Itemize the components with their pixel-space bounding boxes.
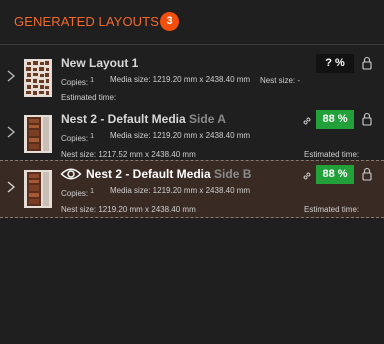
estimated-time: Estimated time: [61,93,117,102]
panel-title: GENERATED LAYOUTS [14,14,159,29]
chevron-right-icon[interactable] [5,124,17,140]
layout-count-badge: 3 [160,12,179,31]
copies-label: Copies: 1 [61,188,95,198]
estimated-time: Estimated time: [304,205,360,214]
lock-icon[interactable] [362,167,372,181]
copies-label: Copies: 1 [61,77,95,87]
lock-icon[interactable] [362,112,372,126]
lock-icon[interactable] [362,56,372,70]
nest-size: Nest size: 1219.20 mm x 2438.40 mm [61,205,196,214]
layout-row[interactable]: New Layout 1 Copies: 1 Media size: 1219.2… [0,50,384,106]
chevron-right-icon[interactable] [5,179,17,195]
link-icon[interactable] [301,169,313,181]
panel-header: GENERATED LAYOUTS 3 [0,0,384,44]
layout-row[interactable]: Nest 2 - Default Media Side A Copies: 1 M… [0,106,384,162]
layout-thumbnail [24,115,52,153]
nest-size: Nest size: - [260,76,301,85]
utilization-percent: ? % [316,54,354,73]
layout-row-selected[interactable]: Nest 2 - Default Media Side B Copies: 1 M… [0,160,384,218]
layout-title: Nest 2 - Default Media Side B [86,167,252,181]
utilization-percent: 88 % [316,110,354,129]
utilization-percent: 88 % [316,165,354,184]
header-divider [0,44,384,45]
media-size: Media size: 1219.20 mm x 2438.40 mm [110,131,251,140]
copies-label: Copies: 1 [61,133,95,143]
media-size: Media size: 1219.20 mm x 2438.40 mm [110,75,251,84]
layout-thumbnail [24,170,52,208]
layout-thumbnail [24,59,52,97]
eye-icon[interactable] [60,167,82,181]
layout-title: New Layout 1 [61,56,139,70]
layout-title: Nest 2 - Default Media Side A [61,112,226,126]
link-icon[interactable] [301,114,313,126]
nest-size: Nest size: 1217.52 mm x 2438.40 mm [61,150,196,159]
estimated-time: Estimated time: [304,150,360,159]
chevron-right-icon[interactable] [5,68,17,84]
media-size: Media size: 1219.20 mm x 2438.40 mm [110,186,251,195]
